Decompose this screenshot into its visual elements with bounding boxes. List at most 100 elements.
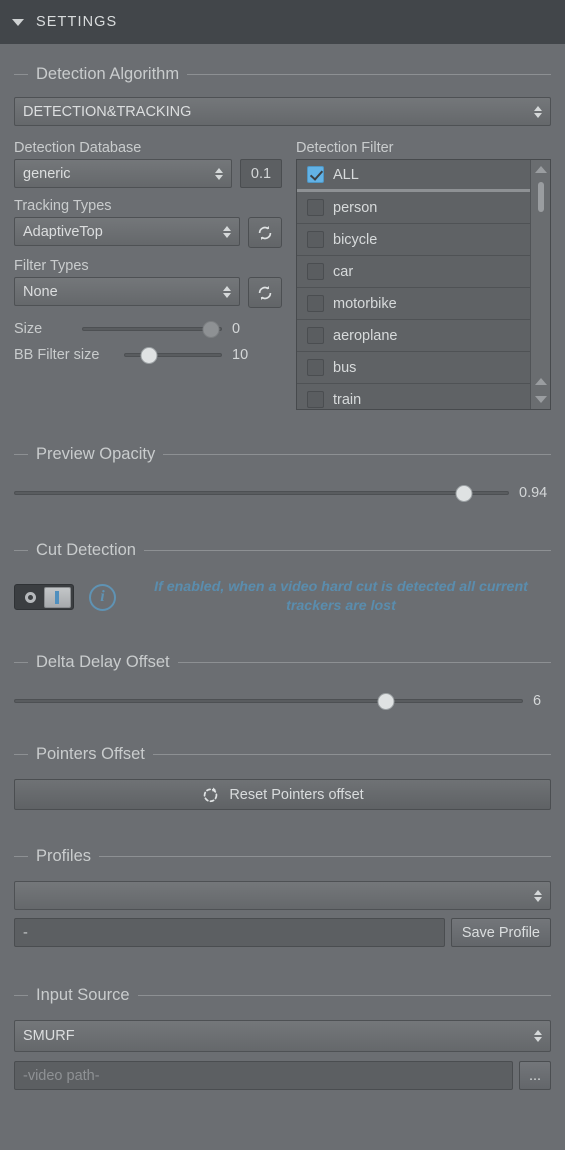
collapse-triangle-down-icon[interactable] bbox=[12, 18, 24, 26]
pointers-offset-title: Pointers Offset bbox=[36, 744, 145, 763]
cut-detection-group: Cut Detection i If enabled, when a video… bbox=[14, 536, 551, 616]
info-icon[interactable]: i bbox=[89, 583, 116, 611]
profiles-group: Profiles - Save Profile bbox=[14, 842, 551, 948]
input-source-select[interactable]: SMURF bbox=[14, 1020, 551, 1053]
scroll-down-arrow-icon[interactable] bbox=[534, 396, 547, 403]
checkbox-icon[interactable] bbox=[307, 231, 324, 248]
browse-ellipsis-label: ... bbox=[528, 1067, 542, 1084]
power-off-icon bbox=[24, 591, 36, 603]
profiles-title: Profiles bbox=[36, 846, 92, 865]
save-profile-label: Save Profile bbox=[461, 924, 540, 941]
cut-detection-hint: If enabled, when a video hard cut is det… bbox=[154, 579, 528, 615]
checkbox-icon[interactable] bbox=[307, 199, 324, 216]
detection-filter-row-label: aeroplane bbox=[333, 327, 398, 344]
group-dash bbox=[14, 855, 28, 857]
detection-database-value: generic bbox=[23, 165, 71, 182]
detection-filter-row[interactable]: train bbox=[297, 384, 530, 409]
cut-detection-title: Cut Detection bbox=[36, 540, 136, 559]
filter-types-label: Filter Types bbox=[14, 258, 89, 274]
chevron-updown-icon[interactable] bbox=[534, 1030, 542, 1043]
detection-algorithm-header: Detection Algorithm bbox=[14, 60, 551, 88]
detection-filter-list[interactable]: ALL person bicycle car motorbike aeroplane bus… bbox=[296, 159, 551, 410]
chevron-updown-icon[interactable] bbox=[534, 105, 542, 118]
bb-filter-slider-knob[interactable] bbox=[140, 346, 158, 364]
checkbox-icon[interactable] bbox=[307, 263, 324, 280]
detection-database-select[interactable]: generic bbox=[14, 159, 232, 188]
pointers-offset-group: Pointers Offset Reset Pointers offset bbox=[14, 740, 551, 811]
input-source-group: Input Source SMURF -video path- ... bbox=[14, 981, 551, 1091]
power-on-icon bbox=[55, 590, 60, 604]
detection-filter-row[interactable]: aeroplane bbox=[297, 320, 530, 352]
detection-algorithm-select[interactable]: DETECTION&TRACKING bbox=[14, 97, 551, 126]
detection-filter-row-label: train bbox=[333, 391, 362, 408]
delta-delay-knob[interactable] bbox=[377, 692, 395, 710]
checkbox-icon[interactable] bbox=[307, 327, 324, 344]
checkbox-icon[interactable] bbox=[307, 359, 324, 376]
titlebar[interactable]: SETTINGS bbox=[0, 0, 565, 44]
tracking-refresh-button[interactable] bbox=[248, 217, 282, 248]
group-dash bbox=[14, 73, 28, 75]
reset-pointers-offset-button[interactable]: Reset Pointers offset bbox=[14, 779, 551, 811]
chevron-updown-icon[interactable] bbox=[223, 225, 231, 238]
chevron-updown-icon[interactable] bbox=[534, 889, 542, 902]
chevron-updown-icon[interactable] bbox=[215, 167, 223, 180]
detection-filter-row-label: bicycle bbox=[333, 231, 378, 248]
browse-video-button[interactable]: ... bbox=[519, 1061, 551, 1091]
preview-opacity-track bbox=[14, 491, 509, 495]
detection-filter-row[interactable]: person bbox=[297, 192, 530, 224]
profile-name-input[interactable]: - bbox=[14, 918, 445, 948]
detection-threshold-value: 0.1 bbox=[250, 165, 272, 182]
delta-delay-value: 6 bbox=[533, 693, 542, 710]
detection-filter-row[interactable]: car bbox=[297, 256, 530, 288]
delta-delay-slider[interactable] bbox=[14, 692, 523, 710]
preview-opacity-knob[interactable] bbox=[455, 484, 473, 502]
preview-opacity-header: Preview Opacity bbox=[14, 440, 551, 468]
scroll-up-arrow-icon[interactable] bbox=[534, 166, 547, 173]
group-rule bbox=[177, 661, 551, 663]
checkbox-checked-icon[interactable] bbox=[307, 166, 324, 183]
video-path-input[interactable]: -video path- bbox=[14, 1061, 513, 1091]
tracking-types-select[interactable]: AdaptiveTop bbox=[14, 217, 240, 246]
preview-opacity-slider[interactable] bbox=[14, 484, 509, 502]
panel-title: SETTINGS bbox=[36, 14, 118, 30]
tracking-row: AdaptiveTop bbox=[14, 217, 282, 248]
detection-database-label: Detection Database bbox=[14, 140, 142, 156]
profile-select[interactable] bbox=[14, 881, 551, 911]
refresh-icon bbox=[258, 225, 272, 240]
checkbox-icon[interactable] bbox=[307, 391, 324, 408]
detection-threshold-field[interactable]: 0.1 bbox=[240, 159, 282, 188]
preview-opacity-row: 0.94 bbox=[14, 484, 551, 502]
detection-algorithm-group: Detection Algorithm DETECTION&TRACKING D… bbox=[14, 60, 551, 410]
bb-filter-slider[interactable] bbox=[124, 346, 222, 364]
checkbox-icon[interactable] bbox=[307, 295, 324, 312]
refresh-icon bbox=[258, 285, 272, 300]
toggle-off-segment[interactable] bbox=[17, 591, 44, 603]
size-slider-knob[interactable] bbox=[202, 320, 220, 338]
detection-filter-row[interactable]: ALL bbox=[297, 160, 530, 192]
toggle-on-segment[interactable] bbox=[43, 586, 71, 608]
scroll-up-arrow-bottom-icon[interactable] bbox=[534, 378, 547, 385]
filter-refresh-button[interactable] bbox=[248, 277, 282, 308]
profile-name-value: - bbox=[23, 924, 28, 941]
group-rule bbox=[99, 855, 551, 857]
profiles-header: Profiles bbox=[14, 842, 551, 870]
detection-filter-row[interactable]: bus bbox=[297, 352, 530, 384]
cut-detection-toggle[interactable] bbox=[14, 584, 74, 611]
size-slider[interactable] bbox=[82, 320, 222, 338]
chevron-updown-icon[interactable] bbox=[223, 285, 231, 298]
group-dash bbox=[14, 453, 28, 455]
delta-delay-title: Delta Delay Offset bbox=[36, 652, 170, 671]
detection-filter-row[interactable]: bicycle bbox=[297, 224, 530, 256]
save-profile-button[interactable]: Save Profile bbox=[450, 918, 551, 948]
bb-filter-label: BB Filter size bbox=[14, 347, 100, 363]
detection-right-column: Detection Filter ALL person bicycle car moto… bbox=[296, 140, 551, 410]
group-rule bbox=[187, 73, 551, 75]
detection-filter-scrollbar[interactable] bbox=[530, 160, 550, 409]
detection-columns: Detection Database generic 0.1 Tracking … bbox=[14, 140, 551, 410]
filter-types-select[interactable]: None bbox=[14, 277, 240, 306]
detection-filter-row[interactable]: motorbike bbox=[297, 288, 530, 320]
scrollbar-thumb[interactable] bbox=[537, 182, 544, 212]
bb-filter-value: 10 bbox=[232, 347, 249, 363]
tracking-types-value: AdaptiveTop bbox=[23, 223, 103, 240]
preview-opacity-title: Preview Opacity bbox=[36, 444, 156, 463]
